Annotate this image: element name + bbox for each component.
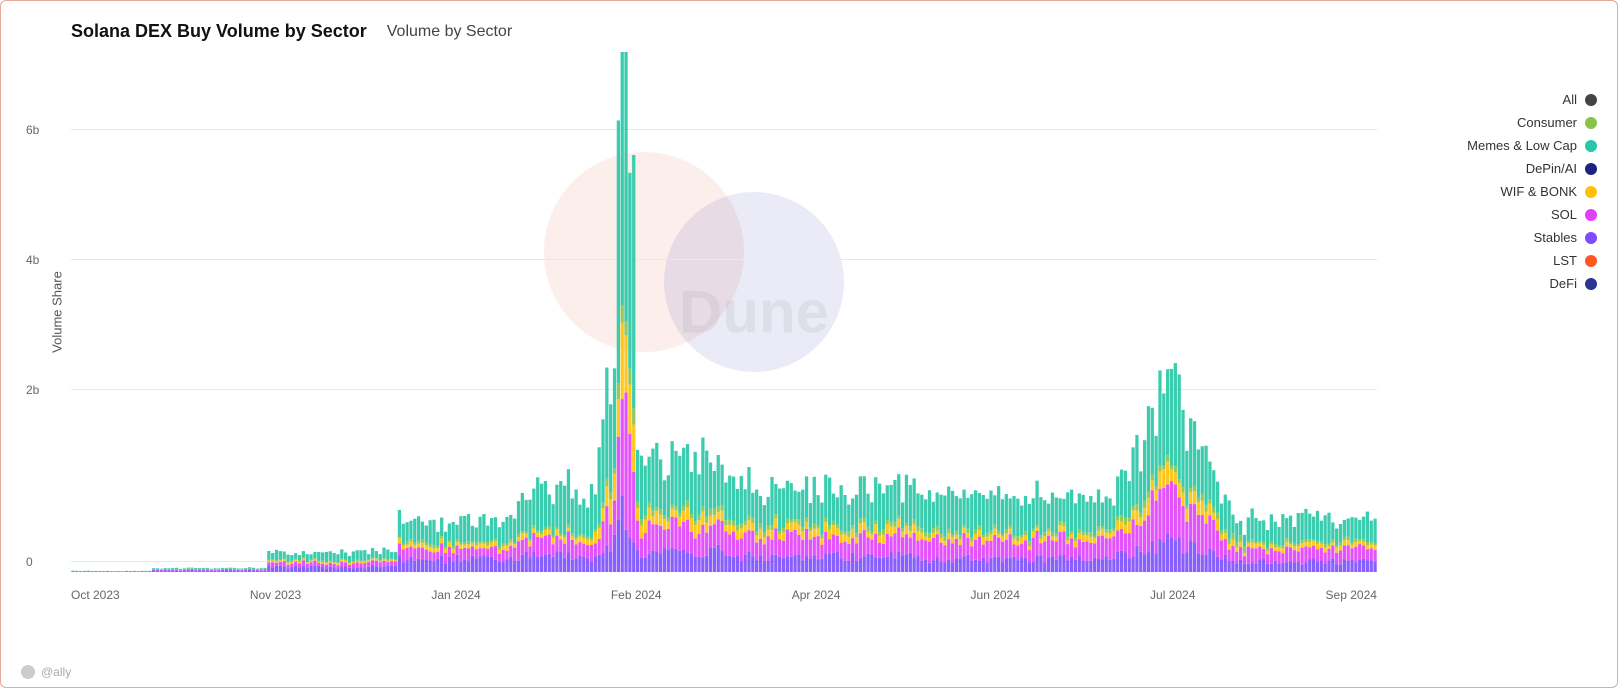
- y-label-2b: 2b: [26, 383, 39, 397]
- legend-label: WIF & BONK: [1500, 184, 1577, 199]
- attribution-avatar: [21, 665, 35, 679]
- legend-item-consumer: Consumer: [1387, 115, 1597, 130]
- legend-item-wif--bonk: WIF & BONK: [1387, 184, 1597, 199]
- x-label-jun2024: Jun 2024: [971, 588, 1020, 602]
- sub-title: Volume by Sector: [387, 23, 512, 41]
- legend-item-stables: Stables: [1387, 230, 1597, 245]
- legend-dot: [1585, 209, 1597, 221]
- legend-dot: [1585, 163, 1597, 175]
- x-label-jul2024: Jul 2024: [1150, 588, 1195, 602]
- legend-label: SOL: [1551, 207, 1577, 222]
- legend-dot: [1585, 94, 1597, 106]
- legend-label: LST: [1553, 253, 1577, 268]
- legend-dot: [1585, 255, 1597, 267]
- chart-container: Solana DEX Buy Volume by Sector Volume b…: [0, 0, 1618, 688]
- legend-item-defi: DeFi: [1387, 276, 1597, 291]
- x-label-sep2024: Sep 2024: [1326, 588, 1377, 602]
- legend-item-sol: SOL: [1387, 207, 1597, 222]
- attribution-text: @ally: [41, 665, 71, 679]
- legend-label: All: [1563, 92, 1577, 107]
- x-axis: Oct 2023 Nov 2023 Jan 2024 Feb 2024 Apr …: [71, 588, 1377, 602]
- y-label-4b: 4b: [26, 253, 39, 267]
- x-label-apr2024: Apr 2024: [792, 588, 841, 602]
- legend-label: Stables: [1534, 230, 1577, 245]
- legend-dot: [1585, 186, 1597, 198]
- legend-dot: [1585, 232, 1597, 244]
- x-label-jan2024: Jan 2024: [431, 588, 480, 602]
- main-title: Solana DEX Buy Volume by Sector: [71, 21, 367, 42]
- legend-dot: [1585, 117, 1597, 129]
- legend-label: Memes & Low Cap: [1467, 138, 1577, 153]
- legend-item-lst: LST: [1387, 253, 1597, 268]
- y-axis-label: Volume Share: [49, 271, 64, 353]
- legend-item-depinai: DePin/AI: [1387, 161, 1597, 176]
- legend-label: DeFi: [1550, 276, 1577, 291]
- legend-item-memes--low-cap: Memes & Low Cap: [1387, 138, 1597, 153]
- x-label-oct2023: Oct 2023: [71, 588, 120, 602]
- legend-dot: [1585, 278, 1597, 290]
- legend-item-all: All: [1387, 92, 1597, 107]
- attribution: @ally: [21, 665, 71, 679]
- title-row: Solana DEX Buy Volume by Sector Volume b…: [71, 21, 1597, 42]
- legend-label: DePin/AI: [1526, 161, 1577, 176]
- chart-area: Dune 6b 4b 2b 0: [71, 52, 1377, 572]
- x-label-nov2023: Nov 2023: [250, 588, 301, 602]
- legend-dot: [1585, 140, 1597, 152]
- y-label-0: 0: [26, 555, 33, 569]
- legend-label: Consumer: [1517, 115, 1577, 130]
- y-label-6b: 6b: [26, 123, 39, 137]
- x-label-feb2024: Feb 2024: [611, 588, 662, 602]
- bars-svg: [71, 52, 1377, 572]
- legend: All Consumer Memes & Low Cap DePin/AI WIF & …: [1387, 92, 1597, 291]
